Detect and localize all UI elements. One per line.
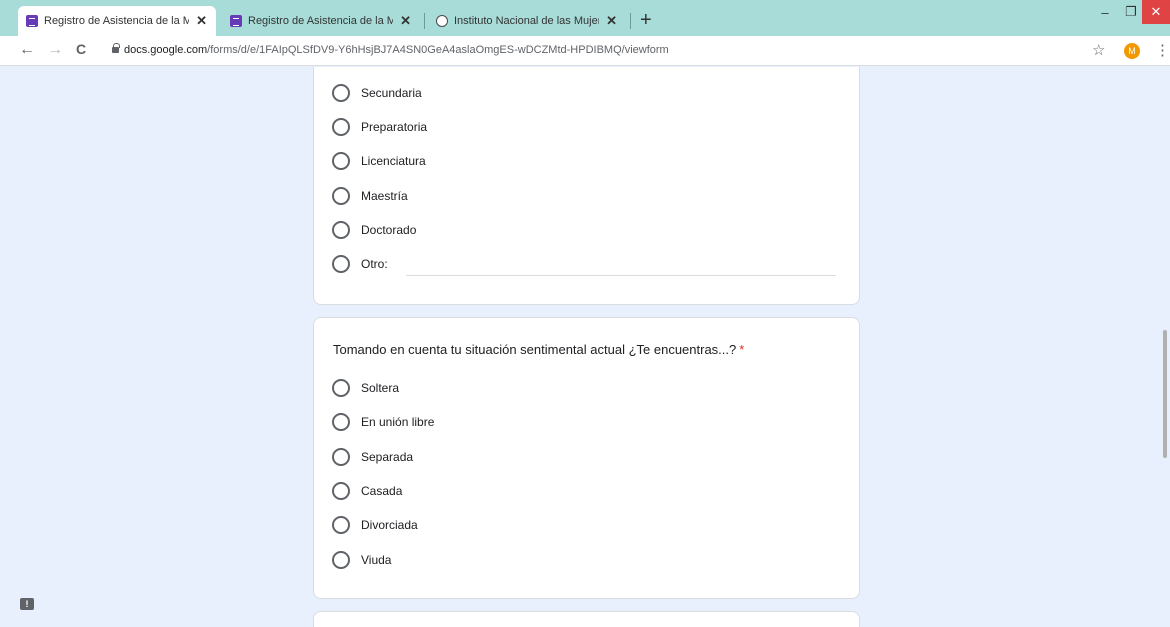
radio-button[interactable]	[332, 482, 350, 500]
url-path: /forms/d/e/1FAIpQLSfDV9-Y6hHsjBJ7A4SN0Ge…	[207, 44, 669, 56]
next-question-card	[313, 611, 860, 627]
back-button[interactable]: ←	[18, 41, 36, 59]
radio-button[interactable]	[332, 516, 350, 534]
option-label: Casada	[361, 484, 403, 498]
google-forms-icon	[26, 15, 38, 27]
tab-close-icon[interactable]: ✕	[605, 13, 618, 29]
required-asterisk: *	[739, 342, 745, 357]
option-maestria[interactable]: Maestría	[332, 186, 408, 206]
lock-icon	[112, 43, 120, 53]
radio-button[interactable]	[332, 255, 350, 273]
url-host: docs.google.com	[124, 44, 208, 56]
minimize-button[interactable]: –	[1090, 0, 1120, 24]
browser-toolbar: ← → C docs.google.com/forms/d/e/1FAIpQLS…	[0, 36, 1170, 66]
tab-strip: Registro de Asistencia de la Mes ✕ Regis…	[0, 0, 1170, 36]
address-bar[interactable]: docs.google.com/forms/d/e/1FAIpQLSfDV9-Y…	[124, 44, 669, 56]
tab-registro-1[interactable]: Registro de Asistencia de la Mes ✕	[18, 6, 216, 36]
tab-registro-2[interactable]: Registro de Asistencia de la Mes ✕	[222, 6, 420, 36]
education-question-card: Secundaria Preparatoria Licenciatura Mae…	[313, 67, 860, 305]
tab-separator	[424, 13, 425, 29]
google-forms-icon	[230, 15, 242, 27]
maximize-button[interactable]: ❐	[1120, 0, 1142, 24]
option-union-libre[interactable]: En unión libre	[332, 412, 434, 432]
option-label: Separada	[361, 450, 414, 464]
option-soltera[interactable]: Soltera	[332, 378, 399, 398]
globe-icon	[436, 15, 448, 27]
other-text-input[interactable]	[406, 275, 836, 276]
option-label: Maestría	[361, 189, 408, 203]
option-label: Otro:	[361, 257, 388, 271]
option-label: Soltera	[361, 381, 400, 395]
marital-status-question-card: Tomando en cuenta tu situación sentiment…	[313, 317, 860, 599]
radio-button[interactable]	[332, 551, 350, 569]
tab-separator	[630, 13, 631, 29]
option-separada[interactable]: Separada	[332, 447, 413, 467]
forward-button[interactable]: →	[46, 41, 64, 59]
option-label: Divorciada	[361, 518, 418, 532]
new-tab-button[interactable]: +	[640, 9, 652, 32]
option-label: Licenciatura	[361, 154, 426, 168]
option-label: Secundaria	[361, 86, 422, 100]
radio-button[interactable]	[332, 187, 350, 205]
option-secundaria[interactable]: Secundaria	[332, 83, 422, 103]
page-viewport: Secundaria Preparatoria Licenciatura Mae…	[0, 67, 1170, 627]
question-text: Tomando en cuenta tu situación sentiment…	[333, 342, 737, 357]
option-viuda[interactable]: Viuda	[332, 550, 391, 570]
tab-close-icon[interactable]: ✕	[195, 13, 208, 29]
radio-button[interactable]	[332, 84, 350, 102]
option-preparatoria[interactable]: Preparatoria	[332, 117, 427, 137]
browser-menu-icon[interactable]: ⋮	[1155, 41, 1170, 59]
option-otro[interactable]: Otro:	[332, 254, 388, 274]
radio-button[interactable]	[332, 221, 350, 239]
option-label: Preparatoria	[361, 120, 428, 134]
tab-title: Registro de Asistencia de la Mes	[248, 15, 394, 27]
option-licenciatura[interactable]: Licenciatura	[332, 151, 426, 171]
tab-inmujeres[interactable]: Instituto Nacional de las Mujeres ✕	[428, 6, 626, 36]
option-doctorado[interactable]: Doctorado	[332, 220, 416, 240]
option-casada[interactable]: Casada	[332, 481, 402, 501]
radio-button[interactable]	[332, 448, 350, 466]
profile-avatar[interactable]: M	[1124, 43, 1140, 59]
bookmark-star-icon[interactable]: ☆	[1092, 41, 1105, 59]
radio-button[interactable]	[332, 152, 350, 170]
feedback-icon[interactable]: !	[20, 598, 34, 610]
tab-close-icon[interactable]: ✕	[399, 13, 412, 29]
option-label: Doctorado	[361, 223, 417, 237]
radio-button[interactable]	[332, 118, 350, 136]
radio-button[interactable]	[332, 413, 350, 431]
tab-title: Registro de Asistencia de la Mes	[44, 15, 190, 27]
reload-button[interactable]: C	[72, 41, 90, 57]
close-window-button[interactable]: ✕	[1142, 0, 1170, 24]
radio-button[interactable]	[332, 379, 350, 397]
option-label: Viuda	[361, 553, 392, 567]
option-label: En unión libre	[361, 415, 435, 429]
page-scrollbar[interactable]	[1163, 330, 1167, 458]
tab-title: Instituto Nacional de las Mujeres	[454, 15, 600, 27]
option-divorciada[interactable]: Divorciada	[332, 515, 418, 535]
question-title: Tomando en cuenta tu situación sentiment…	[333, 342, 744, 357]
